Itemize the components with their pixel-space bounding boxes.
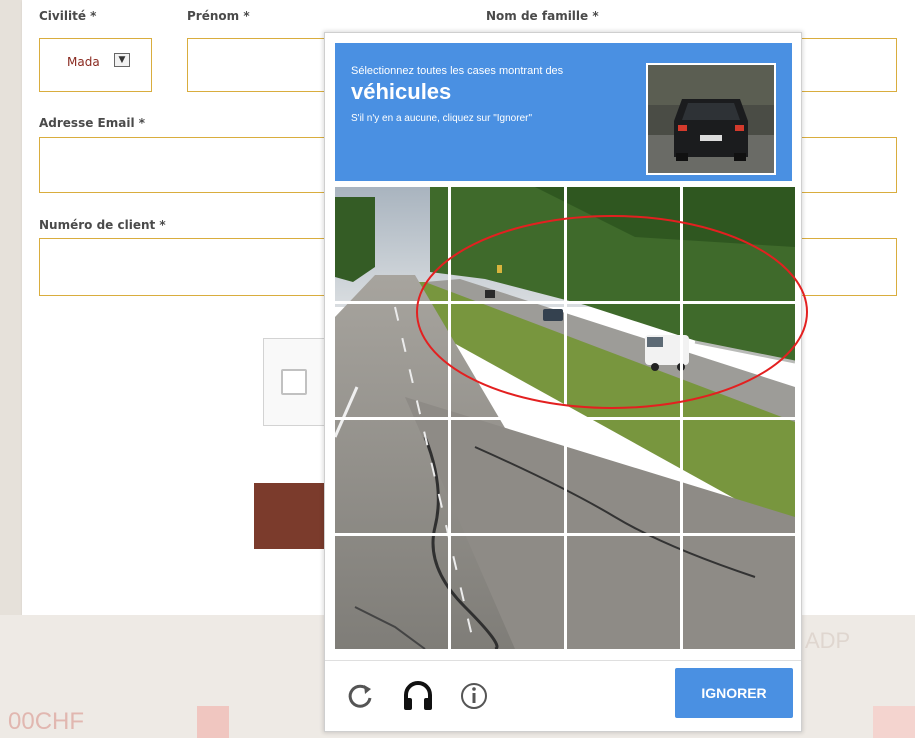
annotation-ellipse xyxy=(416,215,808,409)
